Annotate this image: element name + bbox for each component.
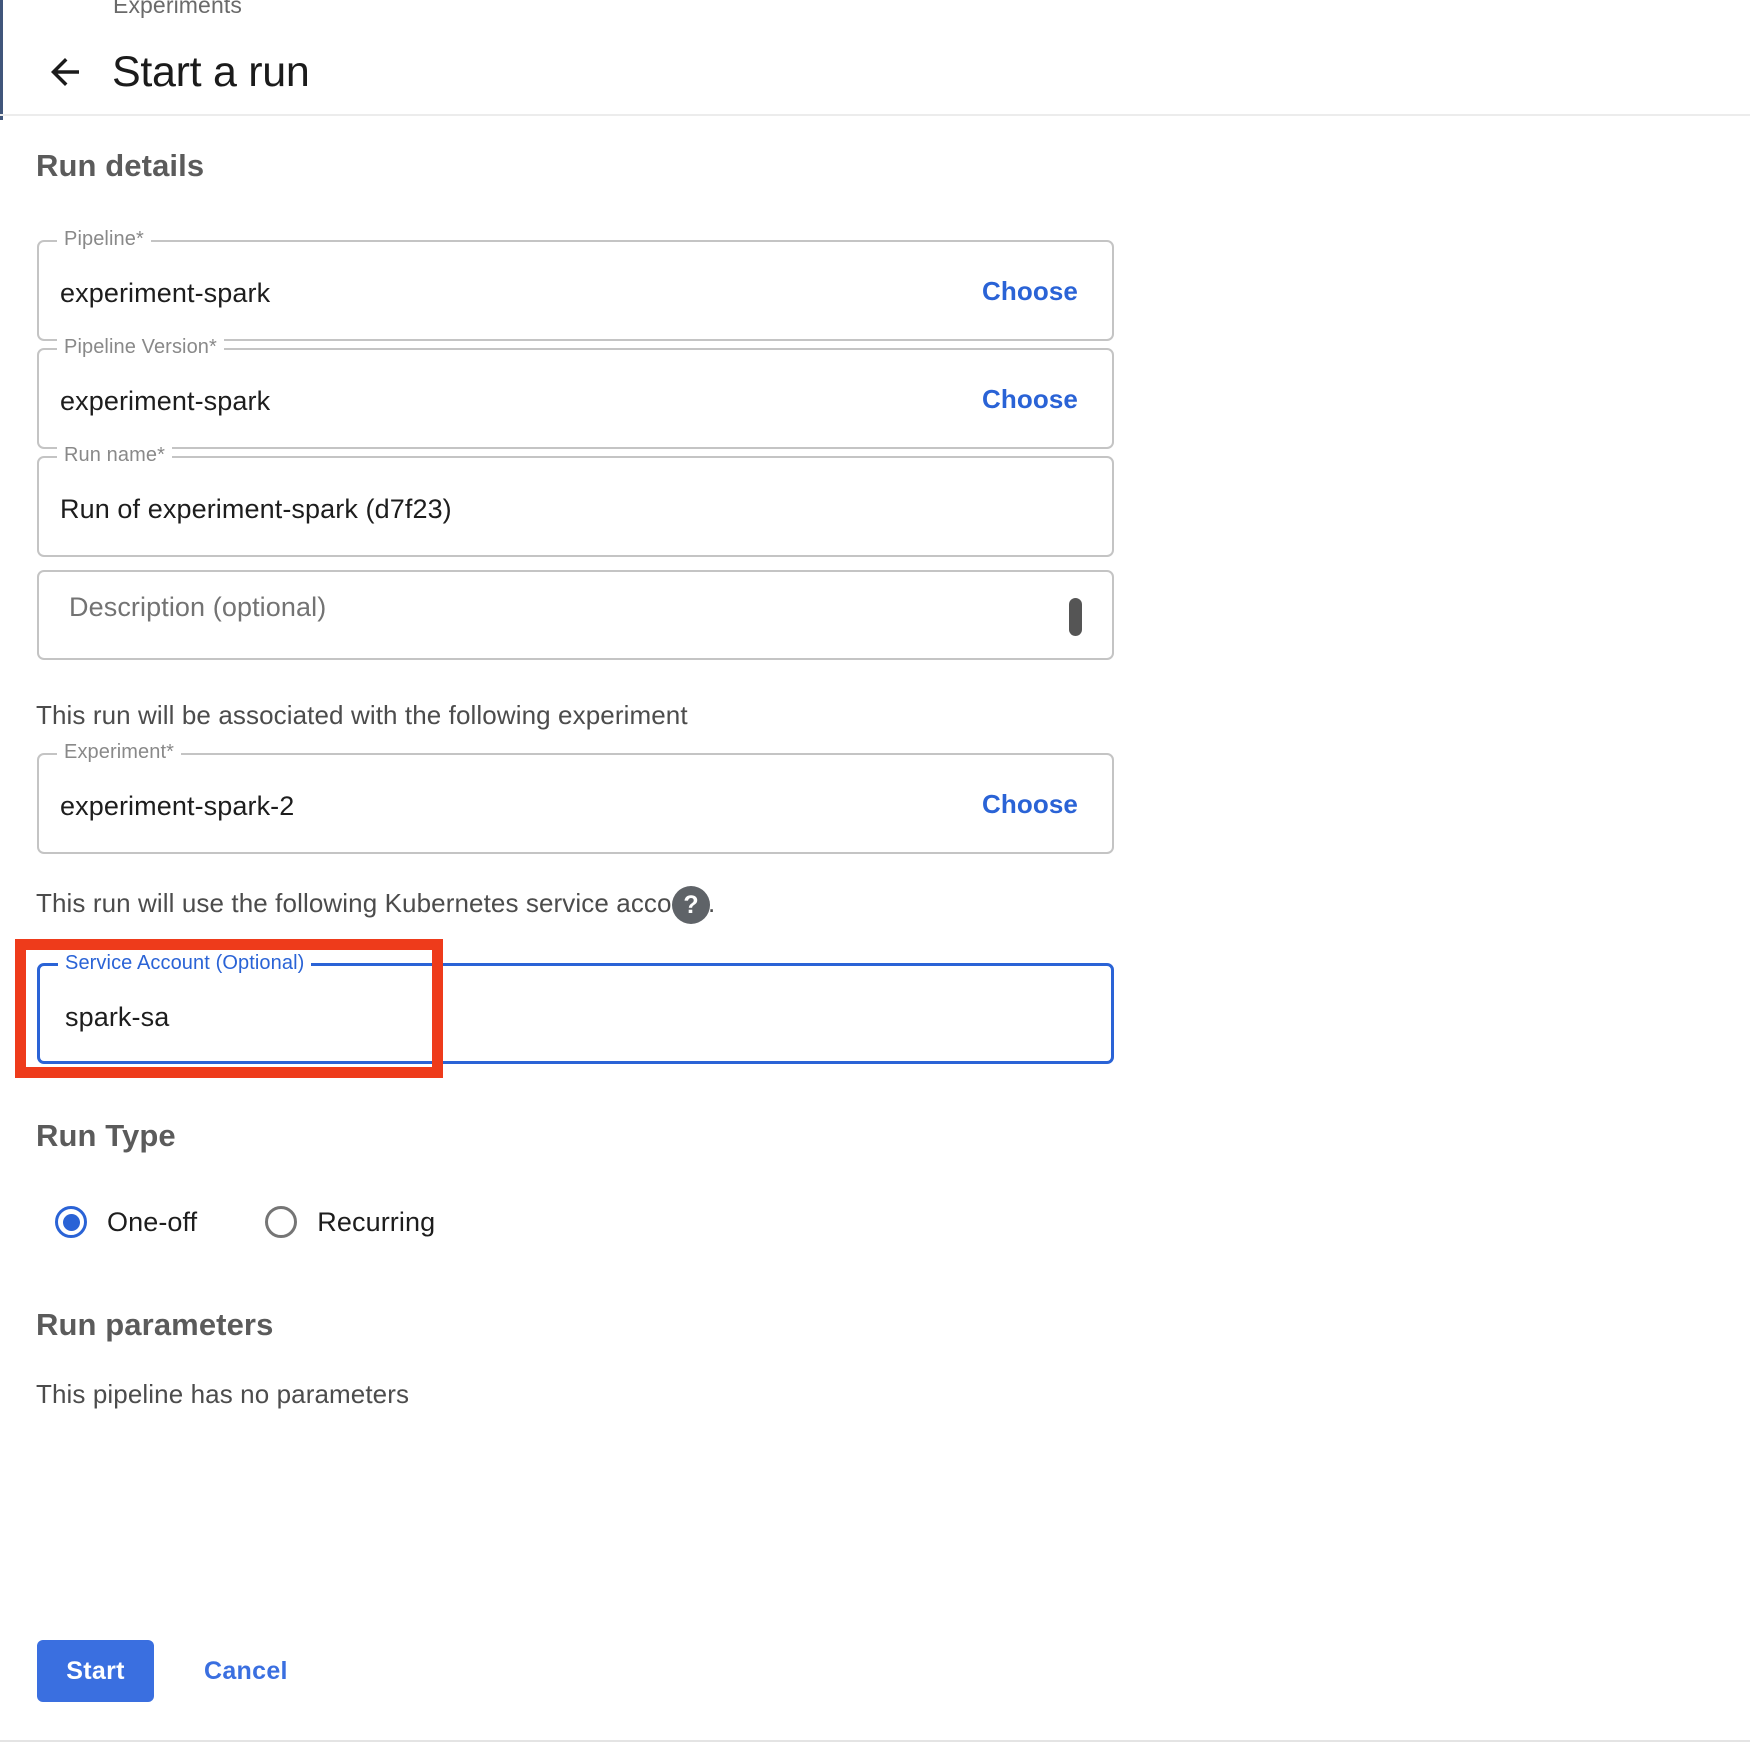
cancel-button[interactable]: Cancel: [190, 1645, 302, 1698]
pipeline-version-field-label: Pipeline Version*: [57, 337, 224, 357]
page-header-bar: Start a run: [0, 30, 1750, 116]
start-button[interactable]: Start: [37, 1640, 154, 1702]
pipeline-field-value: experiment-spark: [60, 278, 271, 308]
arrow-left-icon: [44, 51, 86, 93]
run-type-heading: Run Type: [36, 1118, 176, 1153]
service-account-note: This run will use the following Kubernet…: [36, 888, 716, 918]
pipeline-field-label: Pipeline*: [57, 229, 151, 249]
experiment-field-value: experiment-spark-2: [60, 791, 295, 821]
service-account-field-label: Service Account (Optional): [58, 953, 312, 973]
run-parameters-heading: Run parameters: [36, 1307, 274, 1342]
run-name-field[interactable]: Run name* Run of experiment-spark (d7f23…: [37, 445, 1114, 557]
pipeline-field[interactable]: Pipeline* experiment-spark Choose: [37, 229, 1114, 341]
radio-one-off[interactable]: One-off: [55, 1206, 197, 1238]
radio-one-off-label: One-off: [107, 1206, 198, 1237]
run-type-radio-group: One-off Recurring: [55, 1206, 435, 1238]
experiment-field-label: Experiment*: [57, 742, 182, 762]
radio-recurring[interactable]: Recurring: [265, 1206, 435, 1238]
service-account-field-value: spark-sa: [65, 1002, 170, 1032]
radio-recurring-label: Recurring: [317, 1206, 436, 1237]
resize-handle-icon[interactable]: [1069, 598, 1082, 636]
pipeline-version-choose-button[interactable]: Choose: [982, 384, 1078, 415]
experiment-field[interactable]: Experiment* experiment-spark-2 Choose: [37, 742, 1114, 854]
pipeline-choose-button[interactable]: Choose: [982, 276, 1078, 307]
run-details-heading: Run details: [36, 148, 205, 183]
description-field[interactable]: Description (optional): [37, 570, 1114, 660]
service-account-field[interactable]: Service Account (Optional) spark-sa: [37, 953, 1114, 1064]
pipeline-version-field[interactable]: Pipeline Version* experiment-spark Choos…: [37, 337, 1114, 449]
pipeline-version-field-value: experiment-spark: [60, 386, 271, 416]
run-name-field-label: Run name*: [57, 445, 172, 465]
experiment-choose-button[interactable]: Choose: [982, 789, 1078, 820]
run-name-field-value: Run of experiment-spark (d7f23): [60, 494, 452, 524]
breadcrumb[interactable]: Experiments: [113, 0, 242, 19]
description-placeholder: Description (optional): [69, 592, 327, 622]
help-icon[interactable]: ?: [672, 886, 710, 924]
start-a-run-page: Experiments Start a run Run details Pipe…: [0, 0, 1750, 1742]
back-button[interactable]: [42, 49, 88, 95]
action-buttons: Start Cancel: [37, 1640, 302, 1702]
no-parameters-message: This pipeline has no parameters: [36, 1379, 410, 1409]
experiment-association-note: This run will be associated with the fol…: [36, 700, 688, 730]
page-title: Start a run: [112, 47, 310, 96]
radio-unselected-icon: [265, 1206, 298, 1238]
radio-selected-icon: [55, 1206, 87, 1238]
